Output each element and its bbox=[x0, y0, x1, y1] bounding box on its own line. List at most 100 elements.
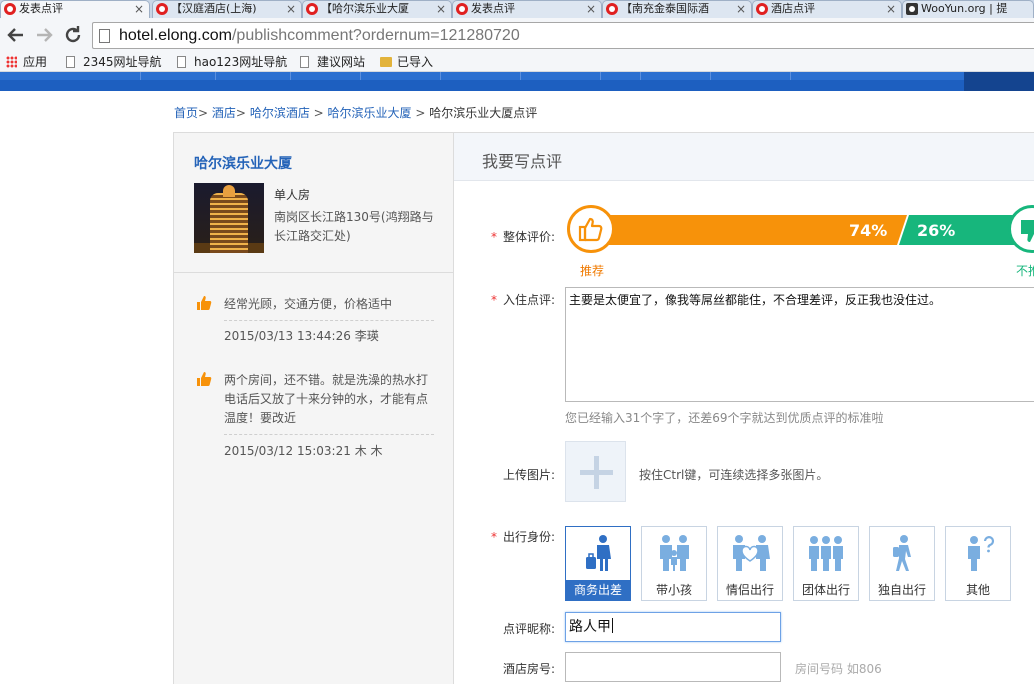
nav-separator bbox=[790, 72, 791, 80]
other-question-icon bbox=[968, 536, 995, 571]
not-recommend-percent: 26% bbox=[917, 221, 956, 240]
back-arrow-icon bbox=[7, 28, 23, 42]
forward-button[interactable] bbox=[32, 23, 56, 47]
site-nav-strip bbox=[0, 72, 1034, 80]
thumbs-up-icon bbox=[197, 372, 212, 386]
breadcrumb-hotel[interactable]: 酒店 bbox=[212, 106, 236, 120]
family-with-child-icon bbox=[660, 535, 689, 571]
tab-hotel-review[interactable]: 酒店点评 × bbox=[752, 0, 902, 18]
text-caret bbox=[612, 618, 613, 633]
form-title: 我要写点评 bbox=[482, 152, 563, 171]
nav-separator bbox=[640, 72, 641, 80]
room-type: 单人房 bbox=[274, 188, 311, 202]
recommend-percent: 74% bbox=[849, 221, 888, 240]
site-nav-bar bbox=[0, 72, 1034, 91]
upload-photo-label: 上传图片: bbox=[502, 468, 555, 482]
bookmark-hao123[interactable]: hao123网址导航 bbox=[177, 54, 287, 70]
room-number-input[interactable] bbox=[565, 652, 781, 682]
identity-caption: 独自出行 bbox=[877, 583, 926, 597]
reload-icon bbox=[65, 26, 81, 43]
breadcrumb-current: 哈尔滨乐业大厦点评 bbox=[429, 106, 538, 120]
nickname-label: 点评昵称: bbox=[502, 622, 555, 636]
site-nav-user-area[interactable] bbox=[964, 72, 1034, 91]
tab-close-icon[interactable]: × bbox=[286, 2, 296, 16]
url-host: hotel.elong.com bbox=[119, 27, 232, 44]
nickname-input[interactable]: 路人甲 bbox=[565, 612, 781, 642]
identity-couple[interactable]: 情侣出行 bbox=[717, 526, 783, 601]
breadcrumb-leye-hotel[interactable]: 哈尔滨乐业大厦 bbox=[328, 106, 412, 120]
elong-favicon-icon bbox=[156, 3, 168, 15]
nav-separator bbox=[360, 72, 361, 80]
hotel-photo[interactable] bbox=[194, 183, 264, 253]
elong-favicon-icon bbox=[456, 3, 468, 15]
recommend-caption: 推荐 bbox=[580, 264, 605, 278]
review-meta: 2015/03/12 15:03:21 木 木 bbox=[224, 442, 383, 459]
review-text-label: * 入住点评: bbox=[490, 293, 555, 307]
upload-photo-button[interactable] bbox=[565, 441, 626, 502]
tab-close-icon[interactable]: × bbox=[886, 2, 896, 16]
nav-separator bbox=[440, 72, 441, 80]
tab-strip: 发表点评 × 【汉庭酒店(上海) × 【哈尔滨乐业大厦 × 发表点评 × 【南充… bbox=[0, 0, 1034, 19]
recommend-button[interactable] bbox=[567, 205, 615, 253]
identity-caption: 其他 bbox=[965, 583, 990, 597]
tab-harbin-leye[interactable]: 【哈尔滨乐业大厦 × bbox=[302, 0, 452, 18]
folder-icon bbox=[380, 57, 392, 67]
back-button[interactable] bbox=[4, 23, 28, 47]
tab-publish-comment[interactable]: 发表点评 × bbox=[0, 0, 150, 19]
bookmark-suggested-sites[interactable]: 建议网站 bbox=[300, 54, 365, 70]
bookmark-2345[interactable]: 2345网址导航 bbox=[66, 54, 162, 70]
address-bar[interactable]: hotel.elong.com/publishcomment?ordernum=… bbox=[92, 22, 1034, 49]
elong-favicon-icon bbox=[306, 3, 318, 15]
identity-solo[interactable]: 独自出行 bbox=[869, 526, 935, 601]
apps-grid-icon bbox=[6, 56, 17, 68]
reload-button[interactable] bbox=[61, 23, 85, 47]
nav-separator bbox=[600, 72, 601, 80]
identity-business[interactable]: 商务出差 bbox=[565, 526, 631, 601]
bookmark-imported[interactable]: 已导入 bbox=[380, 54, 433, 70]
review-textarea[interactable]: 主要是太便宜了，像我等屌丝都能住，不合理差评，反正我也没住过。 bbox=[565, 287, 1034, 402]
tab-publish-comment-2[interactable]: 发表点评 × bbox=[452, 0, 602, 18]
tab-nanchong-jintai[interactable]: 【南充金泰国际酒 × bbox=[602, 0, 752, 18]
room-number-label: 酒店房号: bbox=[502, 662, 555, 676]
not-recommend-button[interactable] bbox=[1008, 205, 1034, 253]
room-number-hint: 房间号码 如806 bbox=[795, 662, 882, 676]
tab-wooyun[interactable]: WooYun.org | 提 bbox=[902, 0, 1034, 18]
rating-bar[interactable]: 74% 26% bbox=[590, 215, 1034, 245]
review-author: 李瑛 bbox=[354, 329, 379, 343]
tab-hanting-hotel[interactable]: 【汉庭酒店(上海) × bbox=[152, 0, 302, 18]
nav-separator bbox=[140, 72, 141, 80]
hotel-info: 哈尔滨乐业大厦 单人房 南岗区长江路130号(鸿翔路与长江路交汇处) bbox=[174, 133, 453, 273]
tab-close-icon[interactable]: × bbox=[736, 2, 746, 16]
review-text: 两个房间，还不错。就是洗澡的热水打电话后又放了十来分钟的水，才能有点温度！要改近 bbox=[224, 371, 434, 435]
identity-other[interactable]: 其他 bbox=[945, 526, 1011, 601]
identity-with-kids[interactable]: 带小孩 bbox=[641, 526, 707, 601]
travel-identity-label: * 出行身份: bbox=[490, 530, 555, 544]
tab-close-icon[interactable]: × bbox=[134, 2, 144, 16]
thumbs-down-icon bbox=[1021, 220, 1034, 242]
tab-close-icon[interactable]: × bbox=[586, 2, 596, 16]
nav-separator bbox=[520, 72, 521, 80]
thumbs-up-icon bbox=[578, 217, 603, 242]
identity-caption: 团体出行 bbox=[801, 583, 850, 597]
overall-rating-label: * 整体评价: bbox=[490, 230, 555, 244]
hotel-name-link[interactable]: 哈尔滨乐业大厦 bbox=[194, 153, 292, 173]
page-icon bbox=[300, 56, 309, 68]
group-travel-icon bbox=[809, 536, 843, 571]
identity-group[interactable]: 团体出行 bbox=[793, 526, 859, 601]
elong-favicon-icon bbox=[4, 3, 16, 15]
solo-traveler-icon bbox=[893, 535, 911, 571]
nav-separator bbox=[290, 72, 291, 80]
thumbs-up-icon bbox=[197, 296, 212, 310]
bookmark-apps[interactable]: 应用 bbox=[6, 54, 47, 70]
breadcrumb-harbin-hotels[interactable]: 哈尔滨酒店 bbox=[250, 106, 310, 120]
not-recommend-caption: 不推 bbox=[1016, 264, 1034, 278]
elong-favicon-icon bbox=[756, 3, 768, 15]
breadcrumb-home[interactable]: 首页 bbox=[174, 106, 198, 120]
review-date: 2015/03/13 13:44:26 bbox=[224, 329, 351, 343]
review-date: 2015/03/12 15:03:21 bbox=[224, 444, 351, 458]
tab-close-icon[interactable]: × bbox=[436, 2, 446, 16]
browser-toolbar: hotel.elong.com/publishcomment?ordernum=… bbox=[0, 18, 1034, 52]
review-text: 经常光顾，交通方便，价格适中 bbox=[224, 295, 434, 321]
hotel-address: 南岗区长江路130号(鸿翔路与长江路交汇处) bbox=[274, 210, 434, 243]
identity-caption: 情侣出行 bbox=[725, 583, 774, 597]
